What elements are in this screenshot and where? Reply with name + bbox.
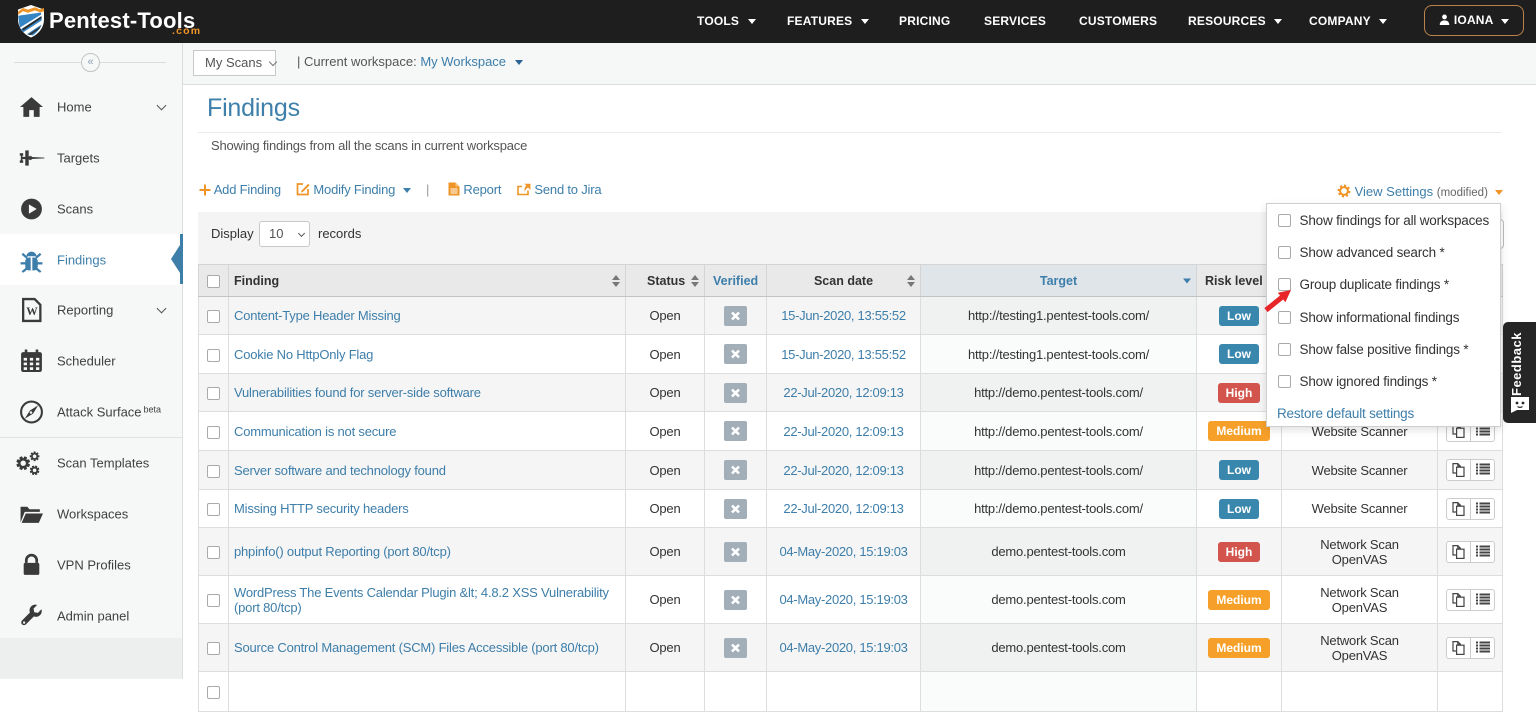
svg-text:W: W: [26, 306, 38, 318]
